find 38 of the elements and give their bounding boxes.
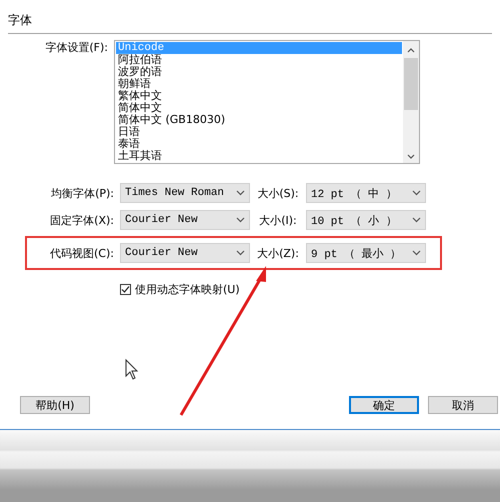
list-item[interactable]: 土耳其语 [116,150,402,162]
dropdown-caret-icon [412,250,421,256]
mouse-cursor-icon [126,358,138,380]
dropdown-caret-icon [412,217,421,223]
dialog-button[interactable]: 确定 [349,396,419,414]
field-label: 大小(Z): [256,246,300,260]
encoding-listbox[interactable]: Unicode 阿拉伯语 波罗的语 朝鲜语 繁体中文 简体中文 简体中文 (GB18030) 日语 泰语 土耳其语 [114,40,420,164]
list-item[interactable]: 阿拉伯语 [116,54,402,66]
list-item[interactable]: 繁体中文 [116,90,402,102]
size-dropdown[interactable]: 12 pt （ 中 ） [306,183,426,203]
dropdown-caret-icon [412,190,421,196]
dialog-button[interactable]: 帮助(H) [20,396,90,414]
list-item[interactable]: 朝鲜语 [116,78,402,90]
field-label: 固定字体(X): [49,212,115,228]
field-label: 代码视图(C): [49,246,115,260]
checkbox[interactable] [120,284,131,295]
field-label: 大小(S): [256,186,300,200]
list-item[interactable]: 日语 [116,126,402,138]
font-dropdown[interactable]: Courier New [120,243,250,263]
list-item[interactable]: 简体中文 [116,102,402,114]
scrollbar[interactable] [403,41,419,163]
font-dropdown[interactable]: Courier New [120,210,250,230]
scroll-thumb[interactable] [404,58,418,110]
field-label: 均衡字体(P): [50,186,115,200]
dialog-button[interactable]: 取消 [428,396,498,414]
size-dropdown[interactable]: 10 pt （ 小 ） [306,210,426,230]
size-dropdown[interactable]: 9 pt （ 最小 ） [306,243,426,263]
list-item[interactable]: 简体中文 (GB18030) [116,114,402,126]
dropdown-caret-icon [236,250,245,256]
checkbox-label[interactable]: 使用动态字体映射(U) [135,282,240,297]
list-item[interactable]: 波罗的语 [116,66,402,78]
field-label: 大小(I): [258,212,298,228]
font-dropdown[interactable]: Times New Roman [120,183,250,203]
list-item[interactable]: 泰语 [116,138,402,150]
field-label: 字体设置(F): [44,40,109,56]
dropdown-caret-icon [236,190,245,196]
section-title: 字体 [8,12,32,29]
dropdown-caret-icon [236,217,245,223]
